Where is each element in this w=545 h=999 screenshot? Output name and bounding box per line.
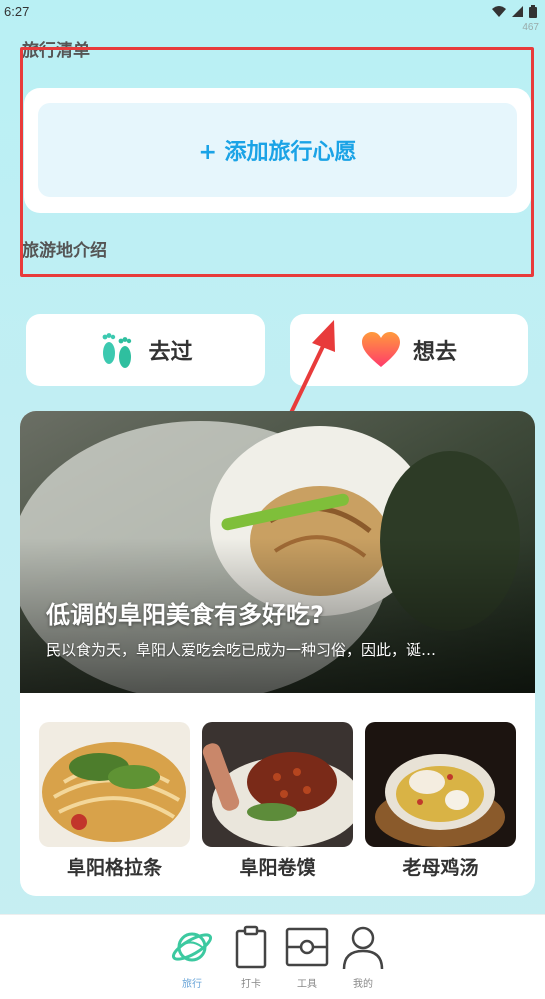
person-icon bbox=[342, 926, 384, 970]
food-name: 阜阳卷馍 bbox=[239, 857, 316, 879]
nav-tab-mine[interactable]: 我的 bbox=[338, 925, 388, 990]
toolbox-icon bbox=[285, 927, 329, 967]
bottom-nav-bar: 旅行 打卡 工具 我的 bbox=[0, 914, 545, 999]
food-thumbnail bbox=[365, 722, 516, 847]
planet-icon bbox=[171, 932, 213, 962]
clipboard-icon bbox=[235, 925, 267, 969]
nav-tab-travel[interactable]: 旅行 bbox=[167, 925, 217, 990]
nav-label-travel: 旅行 bbox=[182, 979, 202, 990]
nav-tab-tools[interactable]: 工具 bbox=[282, 925, 332, 990]
nav-label-checkin: 打卡 bbox=[241, 979, 261, 990]
food-thumbnail bbox=[39, 722, 190, 847]
food-thumbnail bbox=[202, 722, 353, 847]
food-item[interactable]: 老母鸡汤 bbox=[365, 722, 516, 880]
food-name: 阜阳格拉条 bbox=[66, 857, 162, 879]
food-item[interactable]: 阜阳卷馍 bbox=[202, 722, 353, 880]
nav-label-tools: 工具 bbox=[297, 979, 317, 990]
food-name: 老母鸡汤 bbox=[402, 857, 479, 879]
feature-subtitle: 民以食为天，阜阳人爱吃会吃已成为一种习俗，因此，诞… bbox=[46, 641, 437, 659]
feature-title: 低调的阜阳美食有多好吃? bbox=[46, 601, 324, 629]
food-item[interactable]: 阜阳格拉条 bbox=[39, 722, 190, 880]
nav-tab-checkin[interactable]: 打卡 bbox=[226, 925, 276, 990]
food-feature-card[interactable]: 低调的阜阳美食有多好吃? 民以食为天，阜阳人爱吃会吃已成为一种习俗，因此，诞… … bbox=[20, 411, 535, 896]
nav-label-mine: 我的 bbox=[353, 979, 373, 990]
